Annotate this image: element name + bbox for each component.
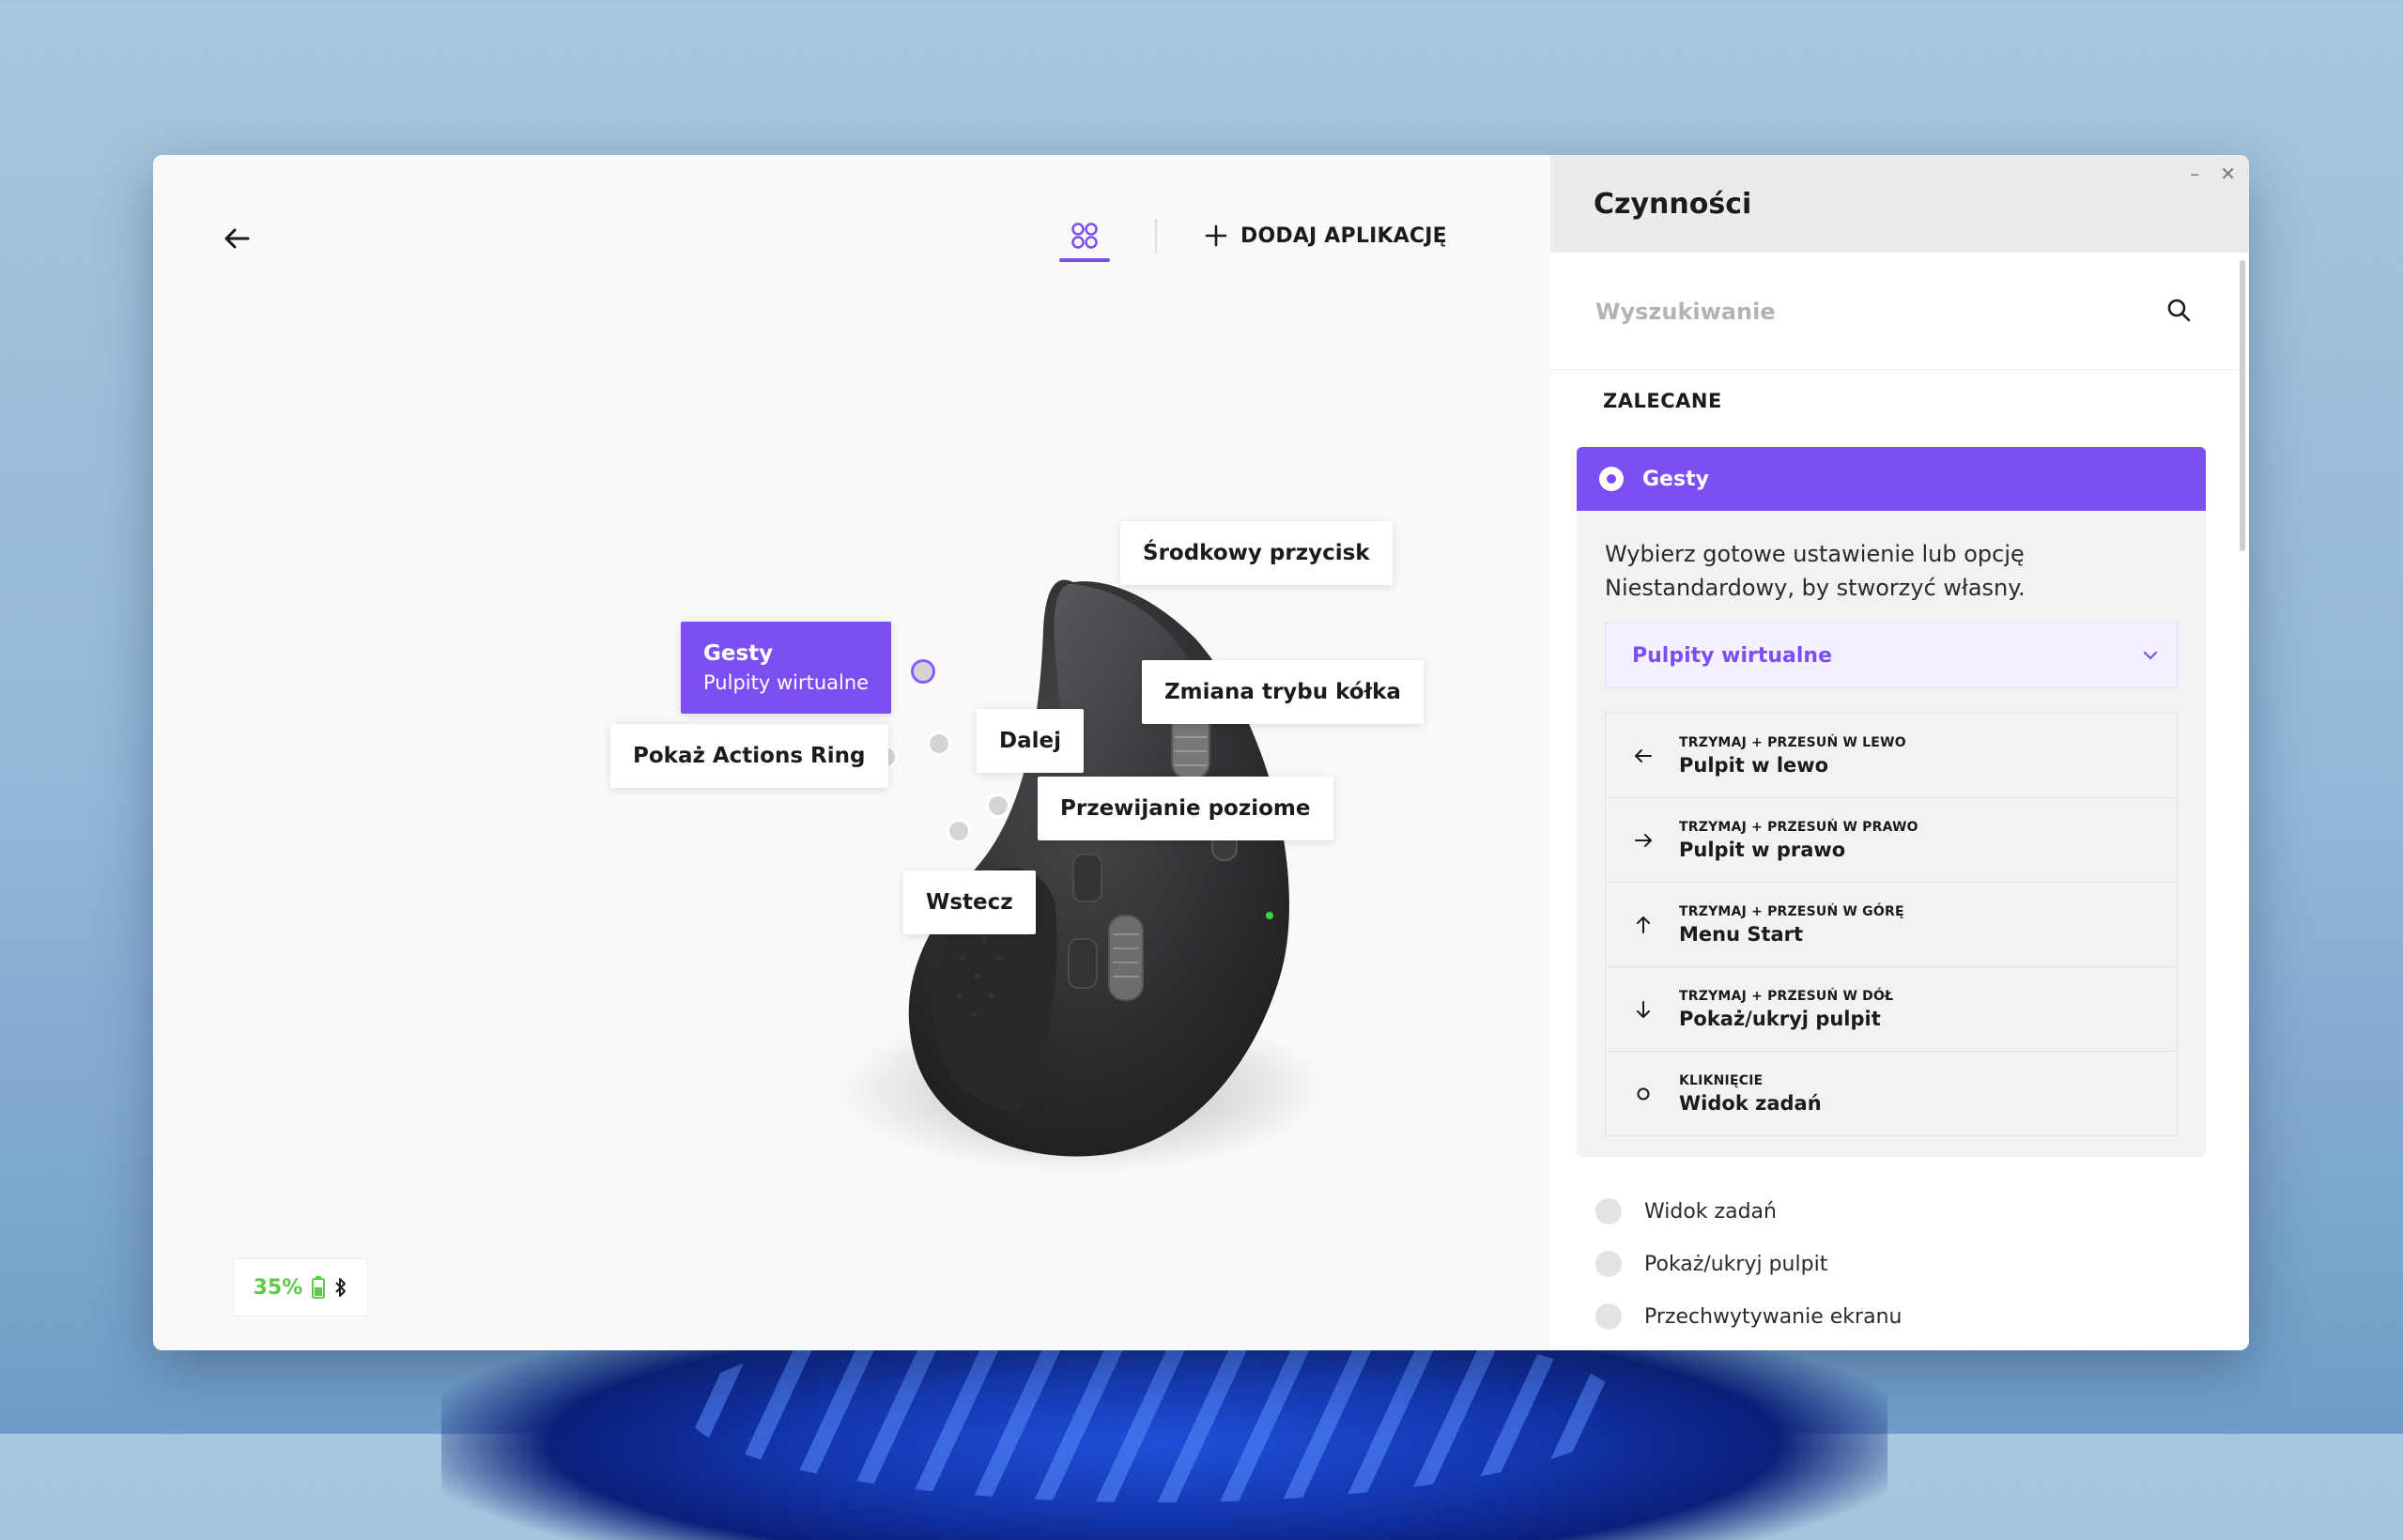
- callout-forward-label: Dalej: [999, 729, 1061, 753]
- gesture-value: Pulpit w lewo: [1679, 753, 1829, 777]
- option-label: Widok zadań: [1644, 1199, 1777, 1224]
- arrow-up-icon: [1632, 916, 1655, 934]
- gestures-option-label: Gesty: [1642, 467, 1709, 491]
- hotspot-back[interactable]: [947, 819, 971, 843]
- callout-horizontal-scroll-label: Przewijanie poziome: [1060, 796, 1311, 821]
- hotspot-forward[interactable]: [927, 732, 951, 756]
- gestures-description: Wybierz gotowe ustawienie lub opcję Nies…: [1605, 541, 2026, 601]
- callout-actions-ring-label: Pokaż Actions Ring: [633, 744, 866, 768]
- gesture-value: Widok zadań: [1679, 1091, 1822, 1115]
- actions-panel: Czynności – ✕ ZALECANE Gesty Wybierz got…: [1550, 155, 2249, 1350]
- search-bar: [1550, 253, 2249, 370]
- tab-active-indicator: [1059, 258, 1110, 262]
- gesture-caption: TRZYMAJ + PRZESUŃ W LEWO: [1679, 734, 1906, 750]
- window-controls: – ✕: [2190, 162, 2236, 185]
- radio-unselected-icon: [1595, 1251, 1622, 1277]
- callout-back-label: Wstecz: [926, 890, 1013, 915]
- arrow-left-icon: [224, 228, 250, 249]
- radio-selected-icon: [1599, 467, 1624, 491]
- tab-device-settings[interactable]: [1059, 209, 1110, 262]
- callout-middle-button-label: Środkowy przycisk: [1143, 541, 1370, 565]
- circle-icon: [1632, 1086, 1655, 1101]
- gesture-mapping-list: TRZYMAJ + PRZESUŃ W LEWO Pulpit w lewo T…: [1605, 713, 2178, 1136]
- add-application-label: DODAJ APLIKACJĘ: [1240, 223, 1447, 248]
- gesture-caption: TRZYMAJ + PRZESUŃ W DÓŁ: [1679, 988, 1894, 1004]
- gesture-value: Pokaż/ukryj pulpit: [1679, 1007, 1881, 1030]
- close-button[interactable]: ✕: [2220, 162, 2236, 185]
- arrow-left-icon: [1632, 748, 1655, 763]
- callout-wheel-mode[interactable]: Zmiana trybu kółka: [1142, 660, 1424, 724]
- callout-gestures-subtitle: Pulpity wirtualne: [703, 671, 870, 694]
- arrow-down-icon: [1632, 1000, 1655, 1019]
- option-show-hide-desktop[interactable]: Pokaż/ukryj pulpit: [1595, 1238, 1902, 1290]
- panel-header: Czynności: [1550, 155, 2249, 253]
- option-task-view[interactable]: Widok zadań: [1595, 1185, 1902, 1238]
- option-label: Przechwytywanie ekranu: [1644, 1304, 1902, 1329]
- gesture-row-up[interactable]: TRZYMAJ + PRZESUŃ W GÓRĘ Menu Start: [1606, 883, 2177, 967]
- plus-icon: [1205, 224, 1227, 247]
- tab-divider: [1155, 219, 1157, 253]
- gesture-row-left[interactable]: TRZYMAJ + PRZESUŃ W LEWO Pulpit w lewo: [1606, 714, 2177, 798]
- gesture-caption: TRZYMAJ + PRZESUŃ W PRAWO: [1679, 819, 1918, 835]
- gesture-row-click[interactable]: KLIKNIĘCIE Widok zadań: [1606, 1052, 2177, 1135]
- grid-circles-icon: [1071, 223, 1098, 249]
- arrow-right-icon: [1632, 833, 1655, 848]
- callout-actions-ring[interactable]: Pokaż Actions Ring: [610, 724, 888, 788]
- callout-middle-button[interactable]: Środkowy przycisk: [1120, 521, 1393, 585]
- battery-status: 35%: [233, 1258, 368, 1317]
- gestures-option[interactable]: Gesty: [1577, 447, 2206, 511]
- gestures-option-card: Gesty Wybierz gotowe ustawienie lub opcj…: [1577, 447, 2206, 1157]
- callout-gestures-title: Gesty: [703, 641, 774, 666]
- callout-horizontal-scroll[interactable]: Przewijanie poziome: [1038, 777, 1333, 840]
- bluetooth-icon: [335, 1278, 347, 1297]
- callout-wheel-mode-label: Zmiana trybu kółka: [1164, 680, 1401, 704]
- section-recommended: ZALECANE: [1603, 390, 1722, 412]
- gesture-value: Menu Start: [1679, 922, 1804, 946]
- gesture-row-down[interactable]: TRZYMAJ + PRZESUŃ W DÓŁ Pokaż/ukryj pulp…: [1606, 967, 2177, 1052]
- battery-icon: [312, 1276, 326, 1299]
- hotspot-horizontal-scroll[interactable]: [986, 793, 1010, 818]
- gesture-row-right[interactable]: TRZYMAJ + PRZESUŃ W PRAWO Pulpit w prawo: [1606, 798, 2177, 883]
- minimize-button[interactable]: –: [2190, 162, 2199, 185]
- panel-scrollbar[interactable]: [2240, 260, 2245, 551]
- preset-dropdown[interactable]: Pulpity wirtualne: [1605, 623, 2178, 688]
- radio-unselected-icon: [1595, 1303, 1622, 1330]
- logi-options-window: DODAJ APLIKACJĘ Środkowy przycisk Gesty …: [153, 155, 2249, 1350]
- gesture-caption: TRZYMAJ + PRZESUŃ W GÓRĘ: [1679, 903, 1904, 919]
- gesture-value: Pulpit w prawo: [1679, 838, 1846, 861]
- callout-gestures[interactable]: Gesty Pulpity wirtualne: [681, 622, 892, 714]
- callout-forward[interactable]: Dalej: [977, 709, 1084, 773]
- gesture-caption: KLIKNIĘCIE: [1679, 1072, 1764, 1088]
- device-view: DODAJ APLIKACJĘ Środkowy przycisk Gesty …: [153, 155, 1550, 1350]
- callout-back[interactable]: Wstecz: [903, 870, 1036, 934]
- chevron-down-icon: [2143, 651, 2158, 660]
- preset-dropdown-value: Pulpity wirtualne: [1632, 643, 1832, 668]
- battery-percentage: 35%: [253, 1275, 303, 1300]
- option-label: Pokaż/ukryj pulpit: [1644, 1252, 1828, 1276]
- other-actions-list: Widok zadań Pokaż/ukryj pulpit Przechwyt…: [1595, 1185, 1902, 1343]
- panel-title: Czynności: [1594, 187, 1752, 221]
- back-button[interactable]: [214, 216, 259, 261]
- option-screen-capture[interactable]: Przechwytywanie ekranu: [1595, 1290, 1902, 1343]
- hotspot-gestures-button[interactable]: [911, 659, 935, 684]
- search-icon[interactable]: [2166, 298, 2191, 322]
- search-input[interactable]: [1594, 290, 2123, 333]
- add-application-button[interactable]: DODAJ APLIKACJĘ: [1205, 217, 1447, 254]
- radio-unselected-icon: [1595, 1198, 1622, 1224]
